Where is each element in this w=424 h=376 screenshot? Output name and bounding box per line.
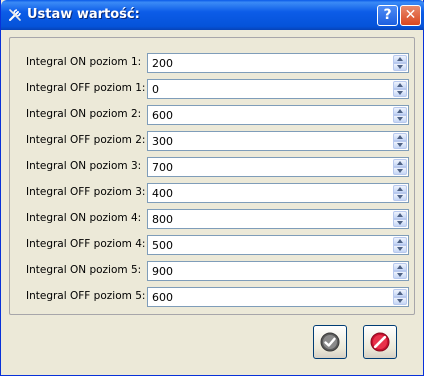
- ok-button[interactable]: [313, 325, 347, 359]
- field-row: Integral OFF poziom 1: 0: [10, 79, 414, 99]
- field-label: Integral OFF poziom 1:: [26, 82, 146, 94]
- spinbox-arrows: [393, 237, 407, 253]
- spin-down-icon[interactable]: [393, 141, 407, 149]
- field-row: Integral ON poziom 5: 900: [10, 261, 414, 281]
- tools-icon: [9, 9, 21, 21]
- spinbox-value[interactable]: 300: [152, 135, 173, 148]
- close-button[interactable]: ✕: [400, 5, 421, 26]
- field-label: Integral ON poziom 3:: [26, 160, 142, 172]
- dialog-window: Ustaw wartość: ? ✕ Integral ON poziom 1:…: [0, 0, 424, 376]
- title-bar[interactable]: Ustaw wartość: ? ✕: [1, 0, 424, 30]
- spin-down-icon[interactable]: [393, 167, 407, 175]
- spinbox-arrows: [393, 133, 407, 149]
- spinbox-value[interactable]: 200: [152, 57, 173, 70]
- spin-up-icon[interactable]: [393, 133, 407, 141]
- spinbox-arrows: [393, 185, 407, 201]
- spin-up-icon[interactable]: [393, 211, 407, 219]
- spinbox-arrows: [393, 55, 407, 71]
- spinbox-arrows: [393, 81, 407, 97]
- field-row: Integral ON poziom 4: 800: [10, 209, 414, 229]
- spin-up-icon[interactable]: [393, 107, 407, 115]
- value-spinbox[interactable]: 800: [147, 209, 409, 229]
- no-entry-icon: [370, 332, 390, 352]
- spin-up-icon[interactable]: [393, 289, 407, 297]
- spinbox-arrows: [393, 107, 407, 123]
- checkmark-icon: [320, 332, 340, 352]
- spinbox-value[interactable]: 600: [152, 109, 173, 122]
- spin-up-icon[interactable]: [393, 81, 407, 89]
- value-spinbox[interactable]: 300: [147, 131, 409, 151]
- spinbox-value[interactable]: 400: [152, 187, 173, 200]
- spinbox-value[interactable]: 0: [152, 83, 159, 96]
- spinbox-value[interactable]: 600: [152, 291, 173, 304]
- spin-down-icon[interactable]: [393, 63, 407, 71]
- spinbox-arrows: [393, 263, 407, 279]
- field-label: Integral OFF poziom 2:: [26, 134, 146, 146]
- spin-down-icon[interactable]: [393, 219, 407, 227]
- spin-up-icon[interactable]: [393, 263, 407, 271]
- spin-down-icon[interactable]: [393, 245, 407, 253]
- field-label: Integral ON poziom 1:: [26, 56, 142, 68]
- spinbox-value[interactable]: 700: [152, 161, 173, 174]
- field-row: Integral OFF poziom 5: 600: [10, 287, 414, 307]
- close-icon: ✕: [404, 7, 417, 23]
- spin-up-icon[interactable]: [393, 237, 407, 245]
- help-button[interactable]: ?: [377, 5, 398, 26]
- spin-up-icon[interactable]: [393, 55, 407, 63]
- spin-down-icon[interactable]: [393, 115, 407, 123]
- value-spinbox[interactable]: 700: [147, 157, 409, 177]
- value-spinbox[interactable]: 500: [147, 235, 409, 255]
- field-label: Integral ON poziom 2:: [26, 108, 142, 120]
- field-label: Integral ON poziom 4:: [26, 212, 142, 224]
- value-spinbox[interactable]: 900: [147, 261, 409, 281]
- spinbox-arrows: [393, 159, 407, 175]
- field-row: Integral ON poziom 1: 200: [10, 53, 414, 73]
- field-label: Integral ON poziom 5:: [26, 264, 142, 276]
- spin-down-icon[interactable]: [393, 89, 407, 97]
- spinbox-value[interactable]: 800: [152, 213, 173, 226]
- field-row: Integral OFF poziom 2: 300: [10, 131, 414, 151]
- field-row: Integral ON poziom 2: 600: [10, 105, 414, 125]
- field-label: Integral OFF poziom 4:: [26, 238, 146, 250]
- spinbox-arrows: [393, 289, 407, 305]
- spinbox-arrows: [393, 211, 407, 227]
- spin-up-icon[interactable]: [393, 185, 407, 193]
- spin-down-icon[interactable]: [393, 297, 407, 305]
- window-title: Ustaw wartość:: [27, 7, 140, 22]
- value-spinbox[interactable]: 600: [147, 287, 409, 307]
- value-spinbox[interactable]: 600: [147, 105, 409, 125]
- spin-up-icon[interactable]: [393, 159, 407, 167]
- spin-down-icon[interactable]: [393, 271, 407, 279]
- spin-down-icon[interactable]: [393, 193, 407, 201]
- field-row: Integral OFF poziom 4: 500: [10, 235, 414, 255]
- spinbox-value[interactable]: 900: [152, 265, 173, 278]
- value-spinbox[interactable]: 200: [147, 53, 409, 73]
- value-spinbox[interactable]: 400: [147, 183, 409, 203]
- field-row: Integral ON poziom 3: 700: [10, 157, 414, 177]
- field-label: Integral OFF poziom 3:: [26, 186, 146, 198]
- field-label: Integral OFF poziom 5:: [26, 290, 146, 302]
- field-row: Integral OFF poziom 3: 400: [10, 183, 414, 203]
- value-spinbox[interactable]: 0: [147, 79, 409, 99]
- help-icon: ?: [383, 7, 392, 23]
- spinbox-value[interactable]: 500: [152, 239, 173, 252]
- values-group: Integral ON poziom 1: 200 Integral OFF p…: [9, 37, 415, 315]
- cancel-button[interactable]: [363, 325, 397, 359]
